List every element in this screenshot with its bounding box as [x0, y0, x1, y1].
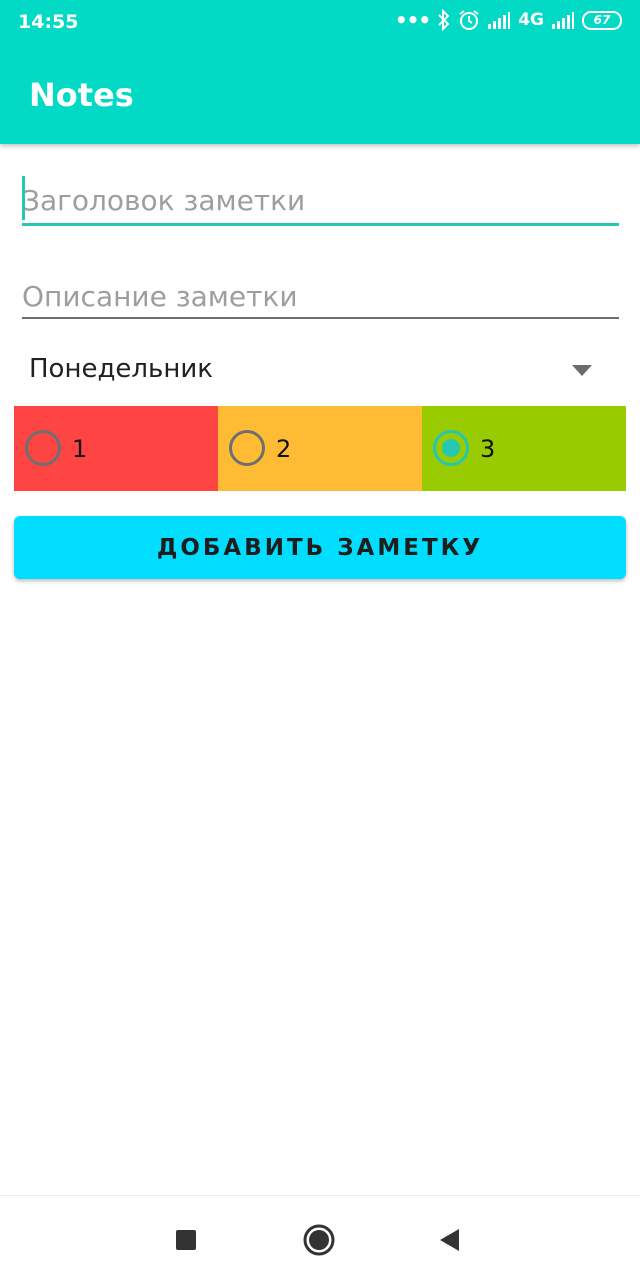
title-underline: [22, 223, 619, 226]
text-cursor: [22, 176, 25, 220]
description-underline: [22, 317, 619, 319]
bluetooth-icon: [438, 9, 450, 31]
system-nav-bar: [0, 1195, 640, 1280]
back-icon[interactable]: [432, 1222, 468, 1258]
priority-option-label: 1: [72, 435, 88, 463]
add-note-button[interactable]: ДОБАВИТЬ ЗАМЕТКУ: [14, 516, 626, 579]
radio-dot: [442, 439, 460, 457]
priority-option-label: 2: [276, 435, 292, 463]
top-bar: 14:55 ••• 4G 67 Notes: [0, 0, 640, 144]
radio-unchecked-icon[interactable]: [25, 430, 61, 466]
recent-apps-icon[interactable]: [168, 1222, 204, 1258]
alarm-icon: [459, 10, 479, 30]
status-icons: ••• 4G 67: [395, 9, 622, 31]
signal-strength-2-icon: [552, 12, 574, 29]
priority-radio-group: 1 2 3: [14, 406, 626, 491]
app-title: Notes: [29, 76, 134, 114]
note-title-input[interactable]: [22, 178, 619, 222]
battery-level: 67: [593, 13, 611, 27]
note-description-input[interactable]: [22, 274, 619, 318]
priority-option-2[interactable]: 2: [218, 406, 422, 491]
status-time: 14:55: [18, 11, 79, 33]
more-notifications-icon: •••: [394, 8, 431, 32]
priority-option-label: 3: [480, 435, 496, 463]
network-type-label: 4G: [518, 10, 544, 30]
home-icon[interactable]: [301, 1222, 337, 1258]
notes-app-screen: 14:55 ••• 4G 67 Notes Заголовок заметки …: [0, 0, 640, 1280]
signal-strength-icon: [488, 12, 511, 29]
selected-day: Понедельник: [29, 354, 213, 384]
battery-icon: 67: [582, 10, 622, 30]
dropdown-arrow-icon: [572, 365, 592, 376]
day-of-week-spinner[interactable]: Понедельник: [14, 348, 626, 396]
priority-option-1[interactable]: 1: [14, 406, 218, 491]
status-bar: 14:55 ••• 4G 67: [0, 0, 640, 44]
note-title-field[interactable]: [22, 176, 619, 226]
radio-checked-icon[interactable]: [433, 430, 469, 466]
note-description-field[interactable]: [22, 274, 619, 319]
priority-option-3[interactable]: 3: [422, 406, 626, 491]
radio-unchecked-icon[interactable]: [229, 430, 265, 466]
